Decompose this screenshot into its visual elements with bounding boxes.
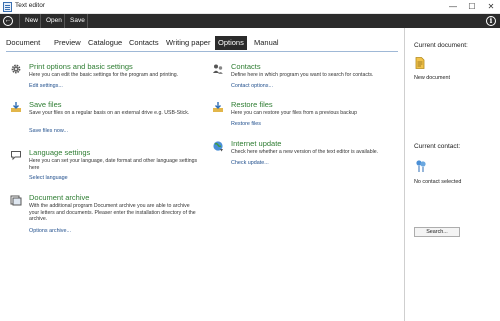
search-contact-button[interactable]: Search... (414, 227, 460, 237)
restore-files-link[interactable]: Restore files (231, 121, 261, 127)
language-settings-section: Language settings Here you can set your … (10, 148, 197, 182)
options-page: Document Preview Catalogue Contacts Writ… (0, 28, 404, 321)
restore-files-desc: Here you can restore your files from a p… (231, 110, 357, 116)
tab-contacts[interactable]: Contacts (129, 36, 159, 50)
tab-options[interactable]: Options (215, 36, 247, 50)
tab-manual[interactable]: Manual (254, 36, 279, 50)
tab-document[interactable]: Document (6, 36, 40, 50)
current-contact-label: Current contact: (414, 143, 461, 150)
contacts-section: Contacts Define here in which program yo… (212, 62, 392, 92)
contacts-title[interactable]: Contacts (231, 62, 261, 71)
save-files-section: Save files Save your files on a regular … (10, 100, 190, 134)
tab-catalogue[interactable]: Catalogue (88, 36, 122, 50)
contacts-desc: Define here in which program you want to… (231, 72, 374, 78)
restore-upload-icon (213, 102, 223, 112)
check-update-link[interactable]: Check update... (231, 160, 269, 166)
print-options-title[interactable]: Print options and basic settings (29, 62, 133, 71)
internet-update-section: Internet update Check here whether a new… (212, 139, 392, 169)
contact-pin-icon (416, 160, 426, 172)
title-bar: Text editor — ☐ ✕ (0, 0, 500, 14)
restore-files-title[interactable]: Restore files (231, 100, 273, 109)
current-contact-value: No contact selected (414, 179, 462, 185)
text-editor-app-icon (3, 2, 12, 12)
language-settings-title[interactable]: Language settings (29, 148, 90, 157)
close-button[interactable]: ✕ (484, 1, 498, 13)
print-options-desc: Here you can edit the basic settings for… (29, 72, 179, 78)
document-archive-title[interactable]: Document archive (29, 193, 89, 202)
restore-files-section: Restore files Here you can restore your … (212, 100, 392, 130)
document-icon (415, 57, 425, 69)
save-button[interactable]: Save (64, 14, 90, 28)
speech-bubble-icon (11, 151, 21, 161)
save-files-title[interactable]: Save files (29, 100, 62, 109)
gear-icon (11, 64, 21, 74)
print-options-section: Print options and basic settings Here yo… (10, 62, 190, 92)
document-archive-desc: With the additional program Document arc… (29, 203, 196, 223)
contact-options-link[interactable]: Contact options... (231, 83, 273, 89)
globe-update-icon (213, 141, 223, 152)
save-files-desc: Save your files on a regular basis on an… (29, 110, 190, 116)
tab-preview[interactable]: Preview (54, 36, 81, 50)
toolbar-divider (87, 14, 88, 28)
status-sidebar: Current document: New document Current c… (405, 28, 500, 321)
current-document-label: Current document: (414, 42, 468, 49)
contacts-people-icon (213, 64, 223, 74)
edit-settings-link[interactable]: Edit settings... (29, 83, 63, 89)
tab-writing-paper[interactable]: Writing paper (166, 36, 210, 50)
document-archive-section: Document archive With the additional pro… (10, 193, 196, 235)
save-download-icon (11, 102, 21, 112)
internet-update-desc: Check here whether a new version of the … (231, 149, 379, 155)
internet-update-title[interactable]: Internet update (231, 139, 281, 148)
options-archive-link[interactable]: Options archive... (29, 228, 71, 234)
open-button[interactable]: Open (40, 14, 67, 28)
window-title: Text editor (15, 2, 45, 9)
minimize-button[interactable]: — (446, 1, 460, 13)
main-toolbar: ← New Open Save i (0, 14, 500, 28)
maximize-button[interactable]: ☐ (465, 1, 479, 13)
language-settings-desc: Here you can set your language, date for… (29, 158, 198, 171)
info-icon[interactable]: i (486, 16, 496, 26)
archive-icon (10, 195, 22, 206)
select-language-link[interactable]: Select language (29, 175, 68, 181)
save-files-now-link[interactable]: Save files now... (29, 128, 68, 134)
back-arrow-icon[interactable]: ← (3, 16, 13, 26)
tab-underline (6, 51, 398, 52)
current-document-value: New document (414, 75, 450, 81)
